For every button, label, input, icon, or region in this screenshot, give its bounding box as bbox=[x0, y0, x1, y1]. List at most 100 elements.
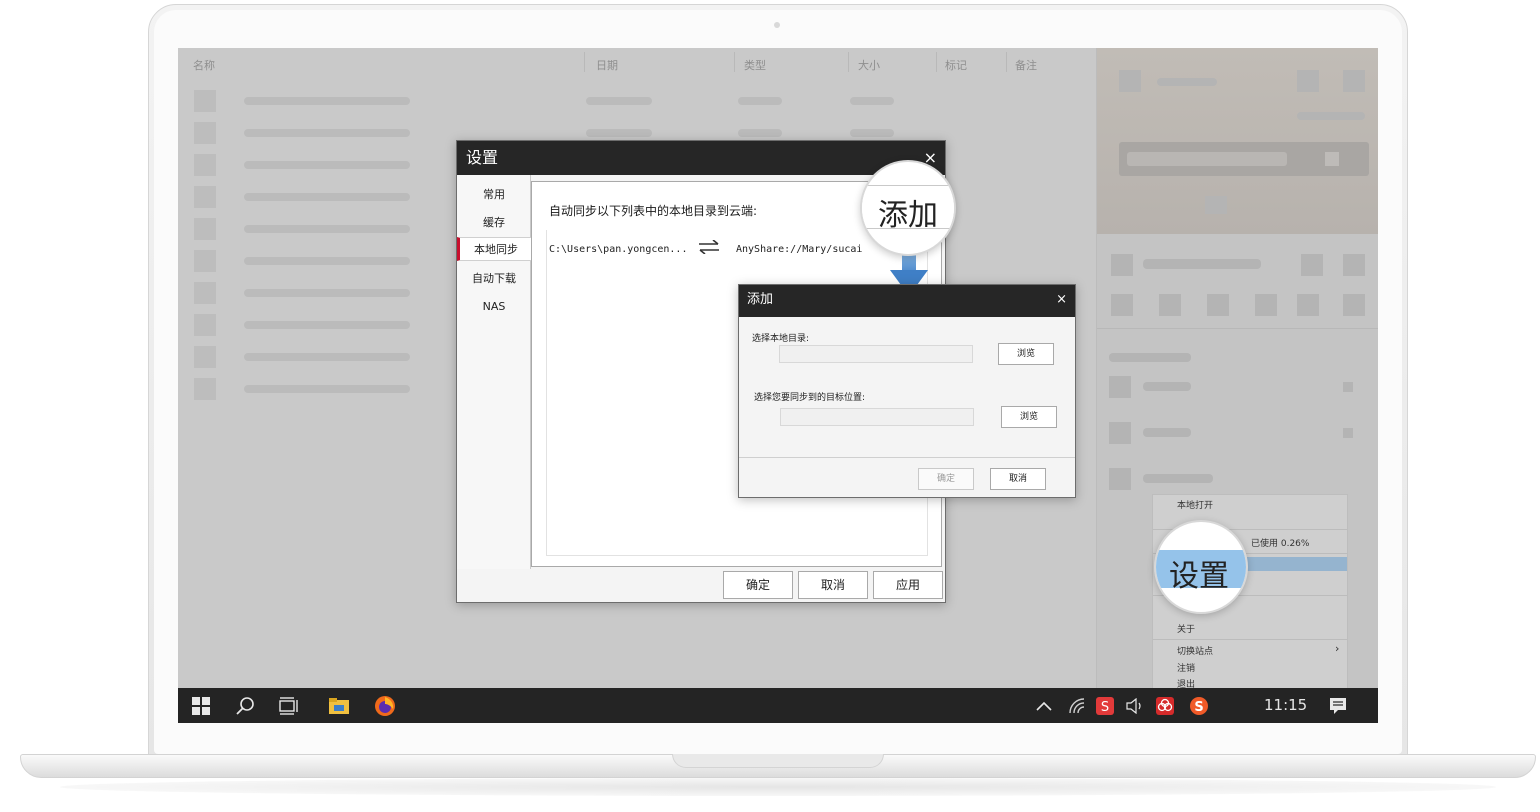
add-ok-button[interactable]: 确定 bbox=[918, 468, 974, 490]
file-name-placeholder bbox=[244, 321, 410, 329]
sogou-s-icon[interactable]: S bbox=[1188, 688, 1210, 723]
placeholder-icon bbox=[1109, 468, 1131, 490]
file-name-placeholder bbox=[244, 129, 410, 137]
nav-item-nas[interactable]: NAS bbox=[457, 295, 531, 319]
file-icon bbox=[194, 378, 216, 400]
placeholder-bar bbox=[1143, 428, 1191, 437]
browse-target-button[interactable]: 浏览 bbox=[1001, 406, 1057, 428]
file-explorer-icon[interactable] bbox=[326, 688, 352, 723]
settings-nav: 常用 缓存 本地同步 自动下载 NAS bbox=[457, 175, 532, 569]
wifi-icon[interactable] bbox=[1066, 688, 1088, 723]
apply-button[interactable]: 应用 bbox=[873, 571, 943, 599]
file-name-placeholder bbox=[244, 225, 410, 233]
local-dir-label: 选择本地目录: bbox=[752, 334, 810, 344]
file-name-placeholder bbox=[244, 161, 410, 169]
placeholder-bar bbox=[1143, 382, 1191, 391]
target-input[interactable] bbox=[780, 408, 974, 426]
divider bbox=[1097, 328, 1378, 329]
divider bbox=[739, 457, 1075, 458]
file-meta-placeholder bbox=[738, 129, 782, 137]
task-view-icon[interactable] bbox=[276, 688, 302, 723]
placeholder-bar bbox=[1109, 353, 1191, 362]
placeholder-bar bbox=[1143, 259, 1261, 269]
menu-item-logout[interactable]: 注销 bbox=[1177, 661, 1195, 674]
browse-local-button[interactable]: 浏览 bbox=[998, 343, 1054, 365]
file-name-placeholder bbox=[244, 257, 410, 265]
placeholder-bar bbox=[1297, 112, 1365, 120]
camera-dot bbox=[774, 22, 780, 28]
placeholder-bar bbox=[1157, 78, 1217, 86]
file-icon bbox=[194, 154, 216, 176]
callout-settings-text: 设置 bbox=[1169, 559, 1229, 594]
placeholder-icon bbox=[1325, 152, 1339, 166]
firefox-icon[interactable] bbox=[372, 688, 398, 723]
file-icon bbox=[194, 90, 216, 112]
placeholder-icon bbox=[1343, 294, 1365, 316]
file-icon bbox=[194, 314, 216, 336]
placeholder-icon bbox=[1297, 70, 1319, 92]
windows-start-icon[interactable] bbox=[188, 688, 214, 723]
nav-item-auto-download[interactable]: 自动下载 bbox=[457, 267, 531, 291]
column-header-note[interactable]: 备注 bbox=[1015, 57, 1037, 73]
menu-item-switch-site[interactable]: 切换站点 bbox=[1177, 644, 1213, 657]
local-dir-input[interactable] bbox=[779, 345, 973, 363]
add-cancel-button[interactable]: 取消 bbox=[990, 468, 1046, 490]
placeholder-icon bbox=[1111, 294, 1133, 316]
placeholder-icon bbox=[1255, 294, 1277, 316]
column-header-tag[interactable]: 标记 bbox=[945, 57, 967, 73]
placeholder-icon bbox=[1207, 294, 1229, 316]
anyshare-tray-icon[interactable] bbox=[1154, 688, 1176, 723]
placeholder-bar bbox=[1127, 152, 1287, 166]
file-icon bbox=[194, 250, 216, 272]
windows-taskbar: S S 11:15 bbox=[178, 688, 1378, 723]
column-header-date[interactable]: 日期 bbox=[596, 57, 618, 73]
column-divider bbox=[1006, 52, 1007, 72]
svg-text:S: S bbox=[1101, 700, 1109, 715]
nav-item-general[interactable]: 常用 bbox=[457, 183, 531, 207]
nav-item-local-sync[interactable]: 本地同步 bbox=[457, 237, 532, 261]
laptop-shadow bbox=[60, 778, 1496, 796]
search-icon[interactable] bbox=[232, 688, 258, 723]
placeholder-icon bbox=[1343, 70, 1365, 92]
column-header-size[interactable]: 大小 bbox=[858, 57, 880, 73]
marketing-screenshot: 名称 日期 类型 大小 标记 备注 本地打开 已使用 0.26% 关于 切换站点… bbox=[0, 0, 1540, 812]
file-icon bbox=[194, 218, 216, 240]
file-icon bbox=[194, 346, 216, 368]
column-divider bbox=[584, 52, 585, 72]
chevron-up-icon[interactable] bbox=[1034, 688, 1054, 723]
ok-button[interactable]: 确定 bbox=[723, 571, 793, 599]
placeholder-icon bbox=[1111, 254, 1133, 276]
cancel-button[interactable]: 取消 bbox=[798, 571, 868, 599]
placeholder-icon bbox=[1297, 294, 1319, 316]
file-name-placeholder bbox=[244, 385, 410, 393]
file-meta-placeholder bbox=[850, 97, 894, 105]
column-divider bbox=[848, 52, 849, 72]
menu-item-about[interactable]: 关于 bbox=[1177, 622, 1195, 635]
settings-dialog-title: 设置 bbox=[457, 141, 945, 175]
target-label: 选择您要同步到的目标位置: bbox=[754, 393, 866, 403]
notification-icon[interactable] bbox=[1326, 688, 1350, 723]
laptop-notch bbox=[672, 754, 884, 768]
panel-heading: 自动同步以下列表中的本地目录到云端: bbox=[549, 204, 758, 218]
close-icon[interactable]: × bbox=[1056, 285, 1067, 315]
file-meta-placeholder bbox=[850, 129, 894, 137]
column-header-name[interactable]: 名称 bbox=[193, 57, 215, 73]
placeholder-icon bbox=[1109, 422, 1131, 444]
add-dialog: 添加 × 选择本地目录: 浏览 选择您要同步到的目标位置: 浏览 确定 取消 bbox=[738, 284, 1076, 498]
file-name-placeholder bbox=[244, 353, 410, 361]
file-meta-placeholder bbox=[586, 97, 652, 105]
menu-item-open-local[interactable]: 本地打开 bbox=[1177, 498, 1213, 511]
callout-add: 添加 bbox=[860, 160, 956, 256]
file-name-placeholder bbox=[244, 97, 410, 105]
nav-item-cache[interactable]: 缓存 bbox=[457, 211, 531, 235]
menu-separator bbox=[1153, 639, 1347, 640]
clock[interactable]: 11:15 bbox=[1264, 688, 1307, 723]
column-header-type[interactable]: 类型 bbox=[744, 57, 766, 73]
sogou-input-icon[interactable]: S bbox=[1094, 688, 1116, 723]
file-meta-placeholder bbox=[738, 97, 782, 105]
callout-settings: 设置 bbox=[1154, 520, 1248, 614]
placeholder-avatar bbox=[1119, 70, 1141, 92]
volume-icon[interactable] bbox=[1124, 688, 1146, 723]
placeholder-bar bbox=[1143, 474, 1213, 483]
column-divider bbox=[936, 52, 937, 72]
